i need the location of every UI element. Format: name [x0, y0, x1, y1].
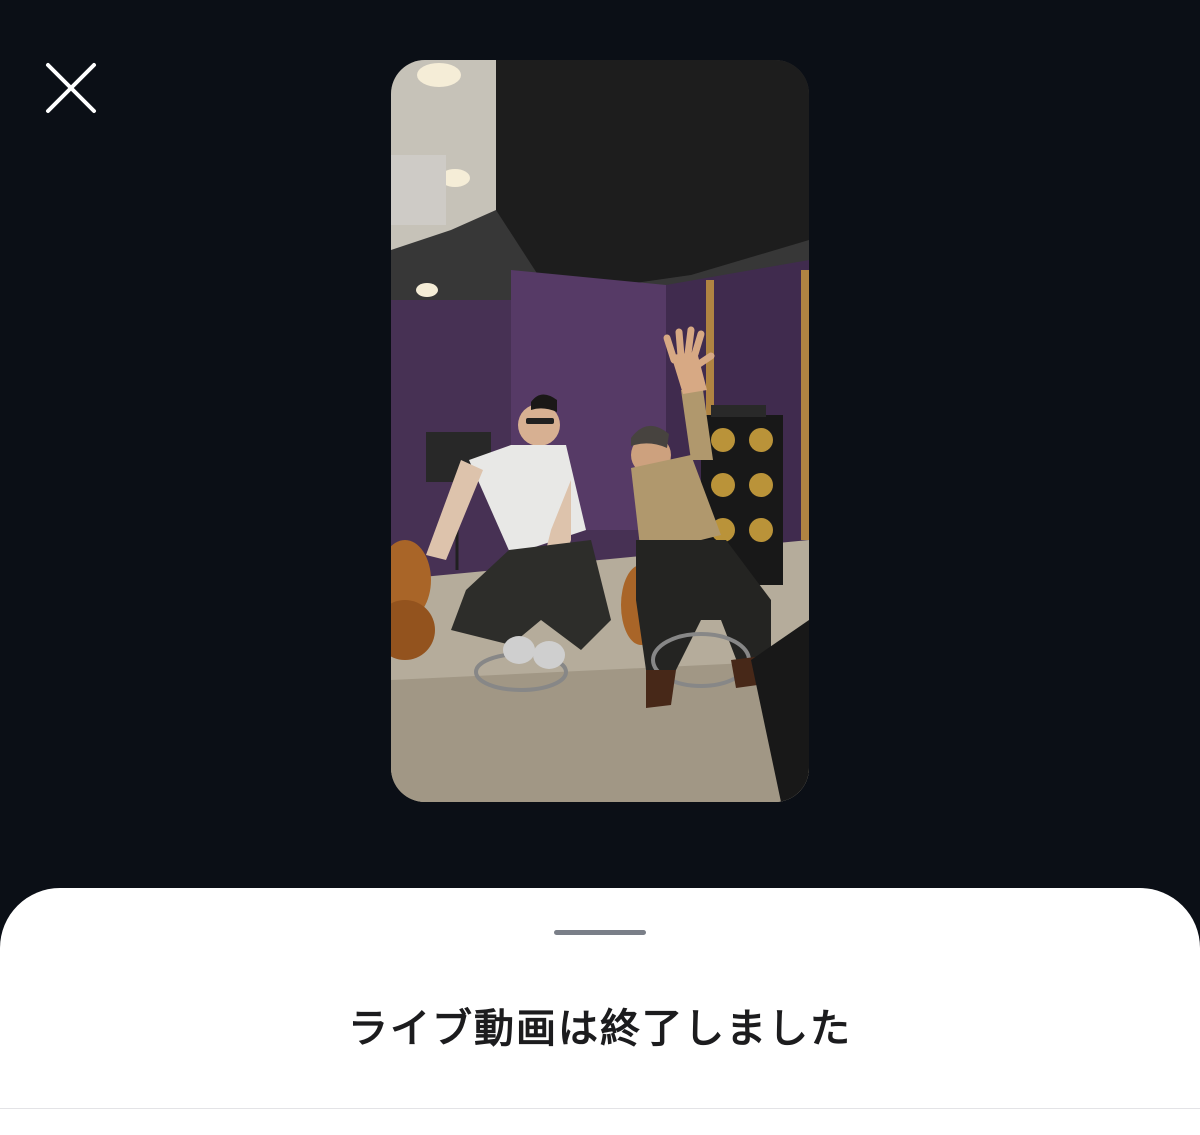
live-ended-screen: ライブ動画は終了しました	[0, 0, 1200, 1135]
close-icon	[46, 63, 96, 113]
sheet-divider	[0, 1108, 1200, 1109]
bottom-sheet: ライブ動画は終了しました	[0, 888, 1200, 1135]
video-still-image	[391, 60, 809, 802]
live-ended-message: ライブ動画は終了しました	[348, 1006, 852, 1052]
live-video-thumbnail[interactable]	[391, 60, 809, 802]
sheet-grabber-handle[interactable]	[554, 930, 646, 935]
close-button[interactable]	[38, 55, 104, 121]
